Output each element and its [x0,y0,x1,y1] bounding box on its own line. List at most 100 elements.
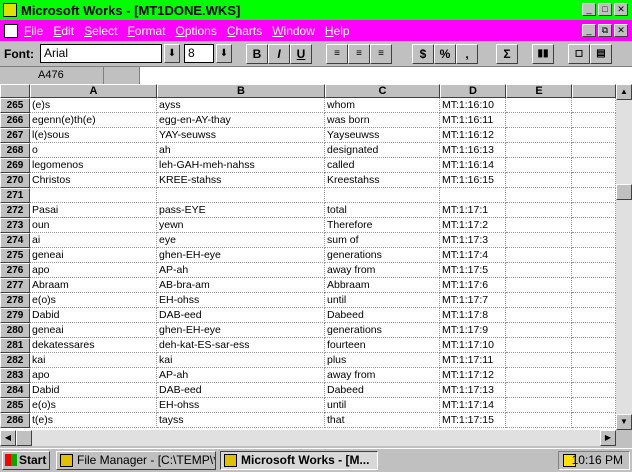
cell-c[interactable]: Therefore [325,218,440,233]
cell-b[interactable]: EH-ohss [157,398,325,413]
cell-d[interactable] [440,188,506,203]
row-header[interactable]: 274 [0,233,30,248]
doc-restore-button[interactable]: ⧉ [598,24,612,37]
cell-a[interactable]: dekatessares [30,338,157,353]
cell-a[interactable]: (e)s [30,98,157,113]
cell-c[interactable]: generations [325,323,440,338]
cell-b[interactable]: tayss [157,413,325,428]
cell-b[interactable]: ah [157,143,325,158]
row-header[interactable]: 282 [0,353,30,368]
task-microsoft-works[interactable]: Microsoft Works - [M... [220,451,378,470]
cell-d[interactable]: MT:1:17:9 [440,323,506,338]
row-header[interactable]: 278 [0,293,30,308]
cell-d[interactable]: MT:1:16:15 [440,173,506,188]
row-header[interactable]: 276 [0,263,30,278]
cell-f[interactable] [572,368,616,383]
cell-c[interactable]: whom [325,98,440,113]
cell-a[interactable]: l(e)sous [30,128,157,143]
cell-f[interactable] [572,218,616,233]
cell-d[interactable]: MT:1:17:15 [440,413,506,428]
row-header[interactable]: 279 [0,308,30,323]
row-header[interactable]: 286 [0,413,30,428]
cell-b[interactable]: egg-en-AY-thay [157,113,325,128]
menu-help[interactable]: Help [325,24,350,38]
cell-e[interactable] [506,98,572,113]
cell-b[interactable]: DAB-eed [157,383,325,398]
row-header[interactable]: 285 [0,398,30,413]
cell-f[interactable] [572,308,616,323]
print-preview-icon[interactable]: ◻ [568,44,590,64]
cell-f[interactable] [572,113,616,128]
print-icon[interactable]: ▤ [590,44,612,64]
cell-a[interactable]: e(o)s [30,293,157,308]
cell-f[interactable] [572,293,616,308]
cell-e[interactable] [506,203,572,218]
cell-a[interactable]: Dabid [30,308,157,323]
autosum-button[interactable]: Σ [496,44,518,64]
cell-a[interactable]: kai [30,353,157,368]
percent-button[interactable]: % [434,44,456,64]
comma-button[interactable]: , [456,44,478,64]
cell-c[interactable]: generations [325,248,440,263]
app-icon[interactable] [3,3,17,17]
align-left-icon[interactable]: ≡ [326,44,348,64]
row-header[interactable]: 280 [0,323,30,338]
cell-d[interactable]: MT:1:17:12 [440,368,506,383]
column-header[interactable] [572,84,616,98]
cell-f[interactable] [572,263,616,278]
cell-a[interactable]: o [30,143,157,158]
cell-f[interactable] [572,128,616,143]
cell-d[interactable]: MT:1:17:3 [440,233,506,248]
menu-format[interactable]: Format [127,24,165,38]
cell-a[interactable]: legomenos [30,158,157,173]
cell-a[interactable]: egenn(e)th(e) [30,113,157,128]
cell-c[interactable]: was born [325,113,440,128]
cell-b[interactable]: ayss [157,98,325,113]
cell-f[interactable] [572,203,616,218]
cell-d[interactable]: MT:1:16:12 [440,128,506,143]
cell-a[interactable]: oun [30,218,157,233]
cell-e[interactable] [506,368,572,383]
cell-e[interactable] [506,293,572,308]
scroll-right-icon[interactable]: ▶ [600,430,616,446]
maximize-button[interactable]: □ [598,3,612,16]
doc-close-button[interactable]: ✕ [614,24,628,37]
cell-e[interactable] [506,248,572,263]
cell-f[interactable] [572,98,616,113]
cell-b[interactable]: YAY-seuwss [157,128,325,143]
cell-f[interactable] [572,323,616,338]
column-header[interactable]: B [157,84,325,98]
cell-c[interactable]: Abbraam [325,278,440,293]
row-header[interactable]: 275 [0,248,30,263]
doc-minimize-button[interactable]: _ [582,24,596,37]
cell-f[interactable] [572,248,616,263]
cell-f[interactable] [572,143,616,158]
row-header[interactable]: 284 [0,383,30,398]
cell-a[interactable]: geneai [30,248,157,263]
row-header[interactable]: 269 [0,158,30,173]
cell-b[interactable]: ghen-EH-eye [157,323,325,338]
cell-d[interactable]: MT:1:16:10 [440,98,506,113]
cell-c[interactable]: Dabeed [325,383,440,398]
cell-f[interactable] [572,383,616,398]
cell-b[interactable]: deh-kat-ES-sar-ess [157,338,325,353]
cell-b[interactable]: yewn [157,218,325,233]
menu-edit[interactable]: Edit [53,24,74,38]
cell-f[interactable] [572,278,616,293]
close-button[interactable]: ✕ [614,3,628,16]
cell-f[interactable] [572,338,616,353]
column-header[interactable]: A [30,84,157,98]
underline-button[interactable]: U [290,44,312,64]
cell-e[interactable] [506,173,572,188]
cell-c[interactable]: away from [325,368,440,383]
cell-d[interactable]: MT:1:17:14 [440,398,506,413]
menu-options[interactable]: Options [175,24,216,38]
cell-e[interactable] [506,353,572,368]
cell-d[interactable]: MT:1:16:11 [440,113,506,128]
column-header[interactable]: C [325,84,440,98]
align-center-icon[interactable]: ≡ [348,44,370,64]
cell-a[interactable]: Dabid [30,383,157,398]
cell-f[interactable] [572,413,616,428]
cell-b[interactable]: eye [157,233,325,248]
column-header[interactable]: D [440,84,506,98]
